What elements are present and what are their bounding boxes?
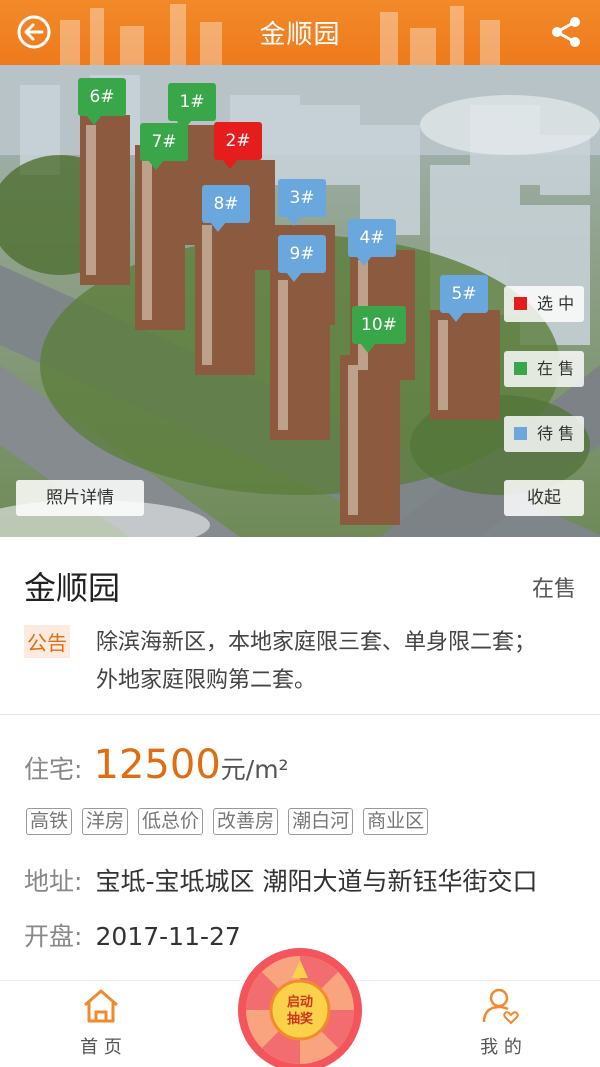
building-tag-10[interactable]: 10# xyxy=(352,306,406,353)
building-tag-3[interactable]: 3# xyxy=(278,179,326,226)
top-bar: 金顺园 xyxy=(0,0,600,65)
photo-details-button[interactable]: 照片详情 xyxy=(16,480,144,516)
notice-badge: 公告 xyxy=(24,625,70,658)
building-tag-8[interactable]: 8# xyxy=(202,185,250,232)
lottery-wheel-button[interactable]: 启动 抽奖 xyxy=(236,946,364,1067)
on-sale-swatch-icon xyxy=(514,362,527,375)
nav-mine-label: 我 的 xyxy=(480,1037,522,1058)
price-label: 住宅: xyxy=(24,755,83,784)
pending-swatch-icon xyxy=(514,427,527,440)
lottery-wheel-icon: 启动 抽奖 xyxy=(238,948,362,1067)
building-tag-6[interactable]: 6# xyxy=(78,78,126,125)
feature-tag: 低总价 xyxy=(138,808,204,835)
project-aerial-view: 6# 1# 7# 2# 8# 3# 9# 4# 5# 10# 选 中 在 售 待… xyxy=(0,65,600,537)
feature-tag: 洋房 xyxy=(82,808,129,835)
building-tag-9[interactable]: 9# xyxy=(278,235,326,282)
user-heart-icon xyxy=(482,988,519,1025)
notice-text: 除滨海新区，本地家庭限三套、单身限二套；外地家庭限购第二套。 xyxy=(96,630,537,693)
lottery-label-line1: 启动 xyxy=(287,994,313,1010)
nav-mine[interactable]: 我 的 xyxy=(461,987,541,1059)
building-tag-4[interactable]: 4# xyxy=(348,219,396,266)
feature-tags: 高铁 洋房 低总价 改善房 潮白河 商业区 xyxy=(26,808,429,835)
address-row: 地址: 宝坻-宝坻城区 潮阳大道与新钰华街交口 xyxy=(24,862,538,898)
project-name: 金顺园 xyxy=(24,569,121,607)
price-row: 住宅: 12500元/m² xyxy=(24,742,289,788)
lottery-label-line2: 抽奖 xyxy=(287,1011,314,1027)
building-tag-7[interactable]: 7# xyxy=(140,123,188,170)
opening-label: 开盘: xyxy=(24,922,83,951)
legend-pending: 待 售 xyxy=(504,416,584,452)
feature-tag: 改善房 xyxy=(213,808,279,835)
address-value: 宝坻-宝坻城区 潮阳大道与新钰华街交口 xyxy=(95,867,538,896)
opening-date: 2017-11-27 xyxy=(95,922,241,951)
legend-on-sale: 在 售 xyxy=(504,351,584,387)
share-icon[interactable] xyxy=(548,14,584,50)
feature-tag: 高铁 xyxy=(26,808,73,835)
home-icon xyxy=(84,989,118,1023)
sale-status: 在售 xyxy=(531,577,576,602)
nav-home[interactable]: 首 页 xyxy=(61,987,141,1059)
price-unit: 元/m² xyxy=(220,755,289,784)
project-summary: 金顺园 在售 公告 除滨海新区，本地家庭限三套、单身限二套；外地家庭限购第二套。 xyxy=(0,537,600,715)
building-tag-2[interactable]: 2# xyxy=(214,122,262,169)
building-tag-1[interactable]: 1# xyxy=(168,83,216,130)
building-tag-5[interactable]: 5# xyxy=(440,275,488,322)
address-label: 地址: xyxy=(24,867,83,896)
selected-swatch-icon xyxy=(514,297,527,310)
opening-row: 开盘: 2017-11-27 xyxy=(24,917,241,953)
nav-home-label: 首 页 xyxy=(80,1037,122,1058)
collapse-button[interactable]: 收起 xyxy=(504,480,584,516)
feature-tag: 潮白河 xyxy=(288,808,354,835)
price-value: 12500 xyxy=(93,742,221,788)
page-title: 金顺园 xyxy=(259,20,341,50)
legend-selected: 选 中 xyxy=(504,286,584,322)
feature-tag: 商业区 xyxy=(363,808,429,835)
